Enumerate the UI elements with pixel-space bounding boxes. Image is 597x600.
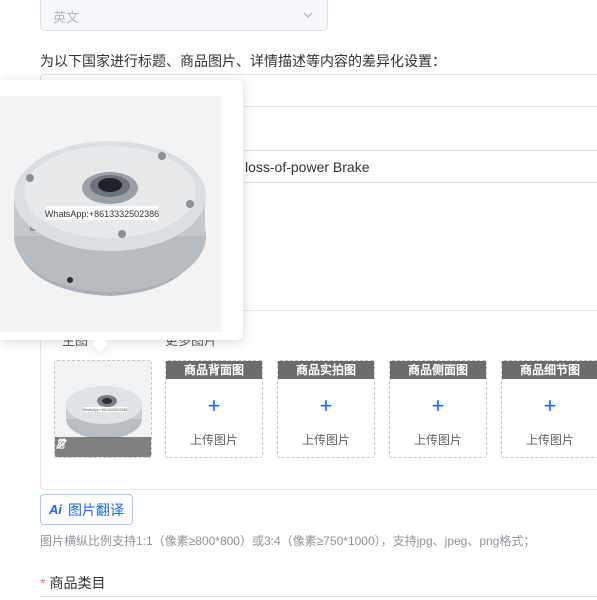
upload-label: 上传图片 [525, 433, 574, 447]
slot-caption: 商品侧面图 [390, 361, 486, 379]
upload-label: 上传图片 [189, 433, 238, 447]
required-mark: * [40, 575, 46, 591]
preview-watermark: WhatsApp:+8613332502386 [45, 209, 159, 219]
image-translate-button[interactable]: Ai 图片翻译 [40, 494, 133, 525]
slot-caption: 商品细节图 [502, 361, 597, 379]
brake-product-image: WhatsApp:+8613332502386 [0, 96, 221, 332]
thumb-actions [55, 437, 151, 457]
upload-slot-detail[interactable]: 商品细节图 + 上传图片 [501, 360, 597, 458]
chevron-down-icon [303, 12, 313, 18]
category-select[interactable] [40, 596, 597, 600]
category-label-text: 商品类目 [49, 575, 106, 591]
ai-icon: Ai [49, 502, 62, 517]
plus-icon: + [319, 393, 333, 418]
slot-caption: 商品实拍图 [278, 361, 374, 379]
differentiation-label: 为以下国家进行标题、商品图片、详情描述等内容的差异化设置： [40, 53, 446, 69]
upload-slot-back[interactable]: 商品背面图 + 上传图片 [165, 360, 263, 458]
image-format-hint: 图片横纵比例支持1:1（像素≥800*800）或3:4（像素≥750*1000）… [40, 534, 536, 548]
plus-icon: + [207, 393, 221, 418]
plus-icon: + [543, 393, 557, 418]
upload-slot-real[interactable]: 商品实拍图 + 上传图片 [277, 360, 375, 458]
language-select-value: 英文 [53, 10, 80, 25]
image-preview-popover: WhatsApp:+8613332502386 [0, 80, 243, 353]
category-label: * 商品类目 [40, 573, 105, 593]
upload-slot-side[interactable]: 商品侧面图 + 上传图片 [389, 360, 487, 458]
language-select[interactable]: 英文 [40, 0, 328, 31]
plus-icon: + [431, 393, 445, 418]
upload-label: 上传图片 [301, 433, 350, 447]
slot-caption: 商品背面图 [166, 361, 262, 379]
delete-icon[interactable] [55, 437, 68, 450]
upload-label: 上传图片 [413, 433, 462, 447]
thumb-watermark: WhatsApp:+8613332502386 [83, 408, 128, 412]
image-translate-label: 图片翻译 [68, 501, 124, 518]
main-image-thumb[interactable]: WhatsApp:+8613332502386 [54, 360, 152, 458]
title-input-value: ic loss-of-power Brake [231, 159, 370, 175]
